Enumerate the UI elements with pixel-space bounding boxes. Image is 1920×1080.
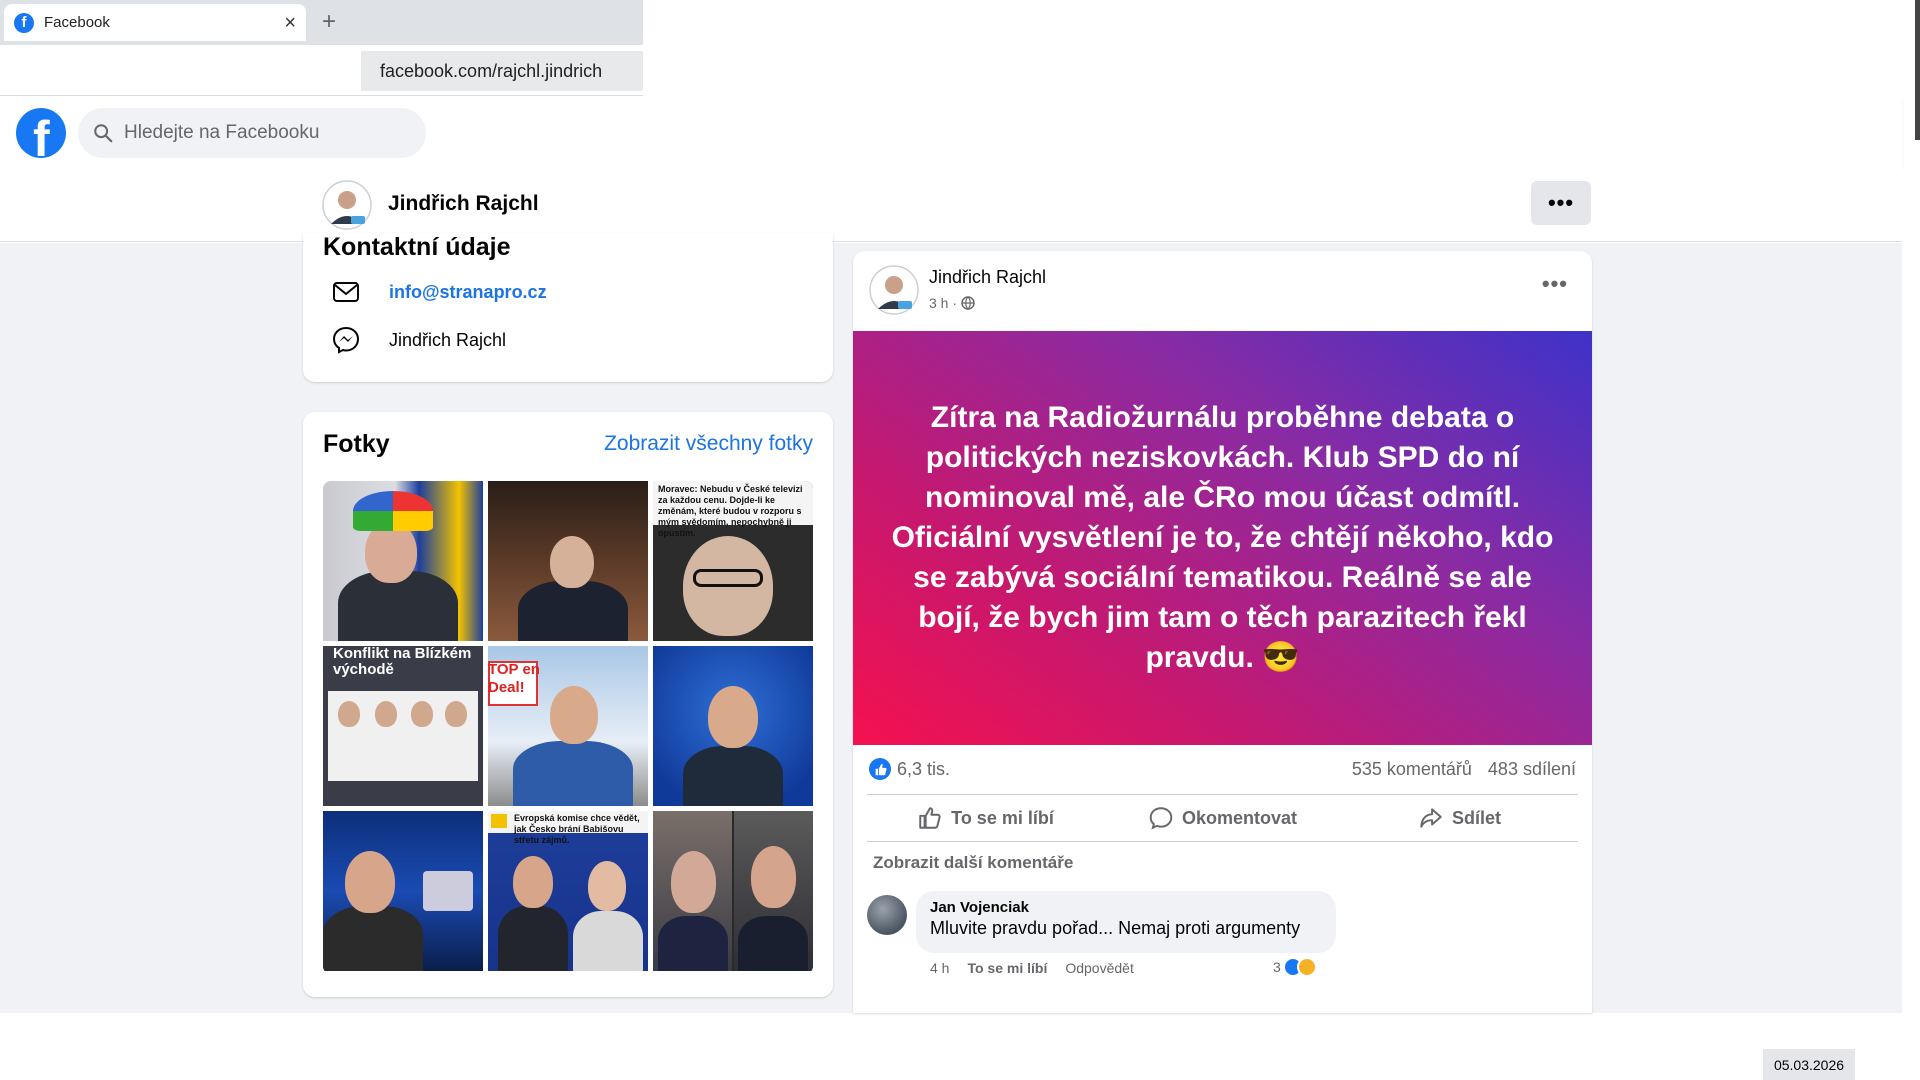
photos-card: Fotky Zobrazit všechny fotky Moravec: Ne…: [303, 412, 833, 997]
contact-messenger-name[interactable]: Jindřich Rajchl: [389, 330, 506, 351]
search-box[interactable]: [78, 108, 426, 158]
search-input[interactable]: [124, 122, 394, 144]
globe-icon: [961, 296, 975, 310]
comment-time[interactable]: 4 h: [930, 960, 949, 976]
browser-chrome: f Facebook × + facebook.com/rajchl.jindr…: [0, 0, 643, 96]
contact-card: Kontaktní údaje info@stranapro.cz Jindři…: [303, 233, 833, 382]
share-icon: [1420, 808, 1442, 828]
thumbs-up-icon: [919, 807, 941, 829]
date-stamp: 05.03.2026: [1763, 1049, 1855, 1080]
photo-thumbnail[interactable]: TOP en Deal!: [488, 646, 648, 806]
likes-count[interactable]: 6,3 tis.: [897, 759, 950, 780]
photo-thumbnail[interactable]: [488, 481, 648, 641]
photo-thumbnail[interactable]: [323, 481, 483, 641]
comment-icon: [1149, 807, 1173, 830]
photo-thumbnail[interactable]: [653, 811, 813, 971]
post-stats: 6,3 tis. 535 komentářů 483 sdílení: [869, 751, 1576, 787]
mail-icon: [333, 282, 359, 302]
comment-text: Mluvite pravdu pořad... Nemaj proti argu…: [930, 918, 1301, 938]
photo-thumbnail[interactable]: Moravec: Nebudu v České televizi za každ…: [653, 481, 813, 641]
photo-thumbnail[interactable]: Evropská komise chce vědět, jak Česko br…: [488, 811, 648, 971]
haha-reaction-icon: [1296, 957, 1317, 977]
post-timestamp[interactable]: 3 h ·: [929, 295, 975, 311]
contact-title: Kontaktní údaje: [323, 233, 511, 261]
new-tab-button[interactable]: +: [322, 8, 336, 36]
post-actions: To se mi líbí Okomentovat Sdílet: [867, 794, 1578, 842]
see-all-photos-link[interactable]: Zobrazit všechny fotky: [604, 432, 813, 456]
photos-grid: Moravec: Nebudu v České televizi za každ…: [323, 481, 813, 974]
contact-email-link[interactable]: info@stranapro.cz: [389, 282, 547, 303]
tab-title: Facebook: [44, 14, 110, 31]
comment-button[interactable]: Okomentovat: [1104, 795, 1341, 841]
tab-bar: f Facebook × +: [0, 0, 643, 45]
photo-caption: Konflikt na Blízkém východě: [333, 646, 472, 678]
profile-content: Kontaktní údaje info@stranapro.cz Jindři…: [0, 233, 1902, 1013]
comment-like-link[interactable]: To se mi líbí: [967, 960, 1047, 976]
search-icon: [94, 124, 113, 143]
photo-thumbnail[interactable]: Konflikt na Blízkém východě: [323, 646, 483, 806]
facebook-logo-icon[interactable]: f: [16, 108, 66, 158]
facebook-header: f: [0, 96, 1902, 168]
profile-avatar[interactable]: [322, 180, 372, 230]
post-author-avatar[interactable]: [869, 265, 919, 315]
contact-messenger-row[interactable]: Jindřich Rajchl: [331, 325, 506, 355]
contact-email-row[interactable]: info@stranapro.cz: [331, 277, 547, 307]
photo-thumbnail[interactable]: [323, 811, 483, 971]
photo-caption: Evropská komise chce vědět, jak Česko br…: [514, 813, 640, 845]
comments-count[interactable]: 535 komentářů: [1352, 759, 1472, 780]
commenter-name[interactable]: Jan Vojenciak: [930, 899, 1322, 916]
facebook-favicon-icon: f: [14, 12, 34, 33]
shares-count[interactable]: 483 sdílení: [1488, 759, 1576, 780]
post-more-icon[interactable]: •••: [1542, 271, 1568, 297]
page-scrollbar[interactable]: [1915, 0, 1920, 140]
profile-more-button[interactable]: •••: [1531, 181, 1591, 225]
like-button[interactable]: To se mi líbí: [867, 795, 1104, 841]
address-bar[interactable]: facebook.com/rajchl.jindrich: [361, 51, 643, 91]
commenter-avatar[interactable]: [867, 895, 907, 935]
share-button[interactable]: Sdílet: [1341, 795, 1578, 841]
post-text-banner: Zítra na Radiožurnálu proběhne debata o …: [853, 331, 1592, 745]
profile-bar: Jindřich Rajchl •••: [0, 168, 1902, 242]
close-tab-icon[interactable]: ×: [284, 13, 296, 33]
photo-thumbnail[interactable]: [653, 646, 813, 806]
comment-meta: 4 h To se mi líbí Odpovědět: [930, 960, 1134, 976]
comment-reply-link[interactable]: Odpovědět: [1065, 960, 1134, 976]
profile-name[interactable]: Jindřich Rajchl: [388, 192, 539, 216]
messenger-icon: [332, 326, 360, 354]
browser-tab[interactable]: f Facebook ×: [4, 4, 306, 41]
photo-caption: Moravec: Nebudu v České televizi za každ…: [658, 484, 803, 538]
post-text: Zítra na Radiožurnálu proběhne debata o …: [891, 401, 1554, 674]
photos-title: Fotky: [323, 430, 390, 458]
post-author-name[interactable]: Jindřich Rajchl: [929, 267, 1046, 288]
address-row: facebook.com/rajchl.jindrich: [0, 45, 643, 96]
comment-bubble: Jan Vojenciak Mluvite pravdu pořad... Ne…: [916, 891, 1336, 953]
view-more-comments-link[interactable]: Zobrazit další komentáře: [873, 853, 1073, 873]
like-reaction-icon: [869, 758, 891, 780]
comment-reactions[interactable]: 3: [1273, 957, 1317, 977]
comment-reaction-count: 3: [1273, 959, 1281, 975]
post-card: Jindřich Rajchl 3 h · ••• Zítra na Radio…: [853, 251, 1592, 1013]
photo-caption: TOP en Deal!: [488, 661, 540, 696]
